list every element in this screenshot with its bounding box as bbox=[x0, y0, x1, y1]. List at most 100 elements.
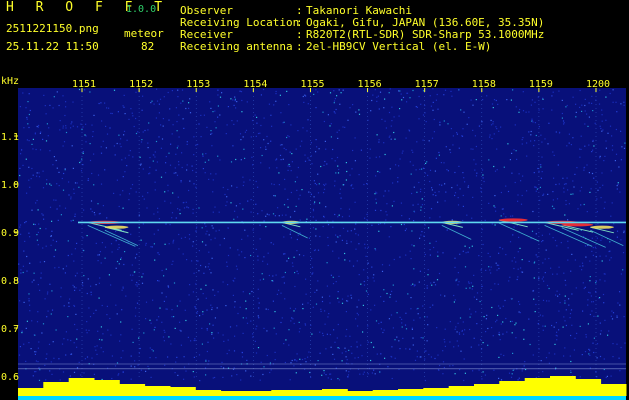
noise-speck bbox=[374, 209, 377, 211]
noise-speck bbox=[381, 264, 384, 266]
noise-speck bbox=[208, 263, 210, 265]
noise-speck bbox=[244, 257, 246, 259]
noise-speck bbox=[212, 289, 214, 291]
noise-speck bbox=[327, 114, 329, 116]
noise-speck bbox=[96, 353, 98, 355]
noise-speck bbox=[123, 130, 126, 132]
noise-speck bbox=[205, 233, 207, 235]
noise-speck bbox=[241, 251, 243, 253]
noise-speck bbox=[533, 145, 535, 147]
noise-speck bbox=[327, 236, 329, 239]
noise-speck bbox=[330, 373, 332, 375]
noise-speck bbox=[34, 353, 36, 355]
noise-speck bbox=[329, 334, 331, 336]
noise-speck bbox=[563, 355, 565, 357]
noise-speck bbox=[388, 111, 391, 114]
noise-speck bbox=[503, 354, 505, 357]
noise-speck bbox=[41, 213, 43, 215]
noise-speck bbox=[304, 324, 307, 326]
noise-speck bbox=[284, 361, 286, 364]
activity-bar bbox=[18, 388, 44, 396]
activity-bar bbox=[94, 380, 120, 396]
noise-speck bbox=[604, 201, 606, 203]
noise-speck bbox=[453, 294, 455, 297]
noise-speck bbox=[316, 184, 318, 186]
noise-speck bbox=[514, 324, 516, 326]
noise-speck bbox=[307, 119, 309, 121]
noise-speck bbox=[428, 140, 430, 142]
noise-speck bbox=[239, 133, 242, 135]
activity-bar bbox=[423, 388, 450, 396]
noise-speck bbox=[199, 380, 201, 382]
noise-speck bbox=[507, 190, 510, 193]
noise-speck bbox=[173, 172, 175, 174]
noise-speck bbox=[275, 159, 277, 161]
noise-speck bbox=[512, 215, 514, 217]
noise-speck bbox=[378, 322, 380, 325]
noise-speck bbox=[345, 311, 347, 313]
noise-speck bbox=[79, 289, 81, 291]
noise-speck bbox=[288, 257, 290, 259]
noise-speck bbox=[283, 204, 286, 206]
noise-speck bbox=[257, 213, 259, 215]
noise-speck bbox=[564, 320, 566, 322]
noise-speck bbox=[338, 129, 340, 131]
noise-speck bbox=[427, 324, 429, 326]
noise-speck bbox=[268, 214, 270, 216]
noise-speck bbox=[324, 160, 326, 163]
noise-speck bbox=[113, 145, 115, 147]
noise-speck bbox=[558, 310, 560, 312]
noise-speck bbox=[245, 129, 248, 131]
noise-speck bbox=[73, 286, 75, 288]
noise-speck bbox=[406, 92, 408, 94]
noise-speck bbox=[354, 228, 356, 230]
noise-speck bbox=[124, 251, 126, 253]
noise-speck bbox=[137, 283, 139, 285]
noise-speck bbox=[570, 270, 572, 272]
noise-speck bbox=[484, 374, 486, 376]
noise-speck bbox=[50, 361, 52, 363]
noise-speck bbox=[337, 291, 339, 293]
noise-speck bbox=[485, 318, 487, 320]
noise-speck bbox=[419, 237, 421, 239]
noise-speck bbox=[32, 174, 34, 176]
noise-speck bbox=[449, 321, 451, 323]
noise-speck bbox=[335, 108, 337, 111]
noise-speck bbox=[271, 280, 273, 282]
noise-speck bbox=[98, 338, 101, 341]
noise-speck bbox=[336, 156, 339, 159]
noise-speck bbox=[221, 92, 223, 94]
noise-speck bbox=[149, 166, 151, 168]
noise-speck bbox=[193, 136, 195, 138]
noise-speck bbox=[445, 146, 447, 148]
noise-speck bbox=[378, 230, 380, 232]
noise-speck bbox=[498, 130, 500, 132]
noise-speck bbox=[29, 304, 31, 306]
noise-speck bbox=[402, 150, 404, 152]
noise-speck bbox=[74, 323, 76, 326]
noise-speck bbox=[208, 234, 210, 236]
noise-speck bbox=[333, 358, 336, 360]
noise-speck bbox=[153, 243, 155, 245]
noise-speck bbox=[506, 331, 508, 333]
noise-speck bbox=[289, 307, 291, 309]
noise-speck bbox=[82, 151, 84, 153]
noise-speck bbox=[413, 369, 415, 371]
noise-speck bbox=[412, 344, 414, 346]
noise-speck bbox=[281, 276, 283, 278]
noise-speck bbox=[437, 255, 439, 257]
noise-speck bbox=[412, 204, 414, 206]
noise-speck bbox=[428, 227, 430, 229]
noise-speck bbox=[67, 316, 69, 318]
noise-speck bbox=[235, 158, 237, 161]
noise-speck bbox=[420, 188, 422, 190]
noise-speck bbox=[62, 95, 64, 97]
noise-speck bbox=[515, 322, 517, 324]
noise-speck bbox=[339, 188, 341, 190]
noise-speck bbox=[602, 293, 605, 296]
noise-speck bbox=[561, 112, 563, 115]
noise-speck bbox=[623, 316, 625, 318]
noise-speck bbox=[513, 257, 516, 259]
noise-speck bbox=[172, 240, 174, 242]
noise-speck bbox=[161, 321, 163, 323]
